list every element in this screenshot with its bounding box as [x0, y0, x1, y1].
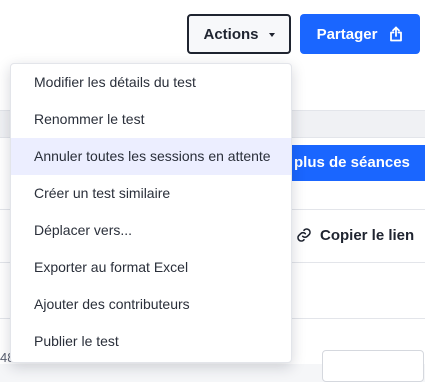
actions-dropdown-button[interactable]: Actions — [187, 14, 291, 54]
more-sessions-button[interactable]: r plus de séances — [270, 145, 425, 181]
share-label: Partager — [316, 25, 378, 43]
menu-item-publish[interactable]: Publier le test — [11, 323, 291, 360]
bottom-control[interactable] — [322, 350, 424, 382]
menu-item-export-excel[interactable]: Exporter au format Excel — [11, 249, 291, 286]
share-button[interactable]: Partager — [300, 14, 420, 54]
menu-item-rename[interactable]: Renommer le test — [11, 101, 291, 138]
caret-down-icon — [268, 33, 275, 37]
actions-label: Actions — [203, 25, 259, 43]
menu-item-cancel-pending-sessions[interactable]: Annuler toutes les sessions en attente — [11, 138, 291, 175]
menu-item-move-to[interactable]: Déplacer vers... — [11, 212, 291, 249]
menu-item-create-similar[interactable]: Créer un test similaire — [11, 175, 291, 212]
menu-item-add-contributors[interactable]: Ajouter des contributeurs — [11, 286, 291, 323]
menu-item-edit-details[interactable]: Modifier les détails du test — [11, 64, 291, 101]
link-icon — [296, 227, 312, 243]
share-icon — [389, 26, 403, 42]
copy-link-button[interactable]: Copier le lien — [296, 222, 414, 248]
copy-link-label: Copier le lien — [320, 226, 415, 244]
actions-dropdown-menu: Modifier les détails du test Renommer le… — [10, 63, 292, 363]
